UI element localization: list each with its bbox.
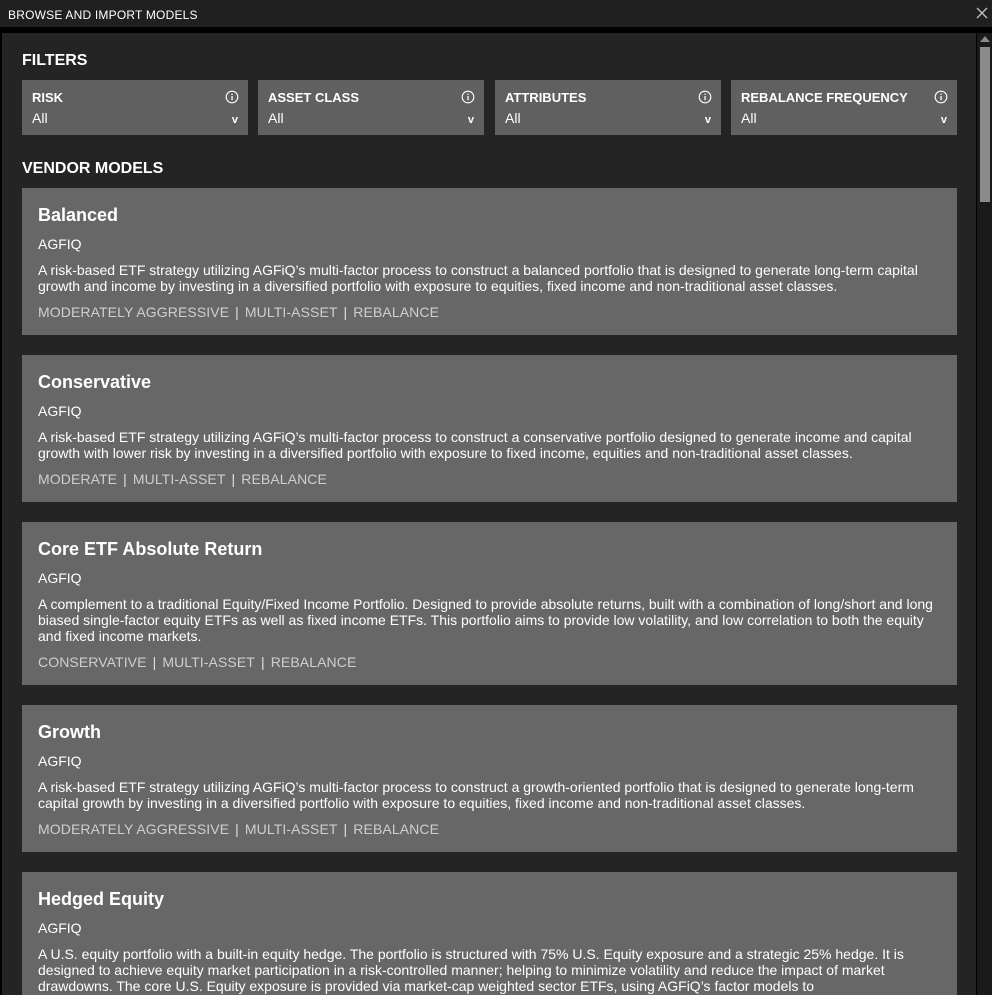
- model-description: A complement to a traditional Equity/Fix…: [38, 596, 933, 644]
- filter-label: RISK: [32, 90, 64, 105]
- filter-value: All: [32, 110, 48, 126]
- info-icon[interactable]: [698, 90, 712, 104]
- filter-value: All: [741, 110, 757, 126]
- chevron-down-icon: v: [704, 114, 711, 126]
- model-card-balanced[interactable]: Balanced AGFIQ A risk-based ETF strategy…: [22, 188, 957, 335]
- model-name: Growth: [38, 722, 101, 742]
- model-name: Core ETF Absolute Return: [38, 539, 263, 559]
- filter-label: REBALANCE FREQUENCY: [741, 90, 908, 105]
- model-tag: MULTI-ASSET: [244, 821, 338, 837]
- model-tag: REBALANCE: [241, 471, 327, 487]
- scrollbar-thumb[interactable]: [980, 47, 990, 202]
- model-tag: MODERATELY AGGRESSIVE: [38, 304, 230, 320]
- window-titlebar: BROWSE AND IMPORT MODELS: [0, 0, 992, 28]
- filters-heading: FILTERS: [22, 52, 88, 69]
- model-card-hedged-equity[interactable]: Hedged Equity AGFIQ A U.S. equity portfo…: [22, 872, 957, 995]
- model-vendor: AGFIQ: [38, 753, 82, 769]
- model-card-growth[interactable]: Growth AGFIQ A risk-based ETF strategy u…: [22, 705, 957, 852]
- model-description: A risk-based ETF strategy utilizing AGFi…: [38, 262, 918, 294]
- chevron-down-icon: v: [940, 114, 947, 126]
- model-name: Hedged Equity: [38, 889, 165, 909]
- model-tag: MODERATELY AGGRESSIVE: [38, 821, 230, 837]
- info-icon[interactable]: [934, 90, 948, 104]
- model-vendor: AGFIQ: [38, 570, 82, 586]
- model-tag: MULTI-ASSET: [162, 654, 255, 670]
- model-tag: REBALANCE: [353, 821, 440, 837]
- model-card-conservative[interactable]: Conservative AGFIQ A risk-based ETF stra…: [22, 355, 957, 502]
- model-tags: MODERATE | MULTI-ASSET | REBALANCE: [38, 471, 327, 487]
- filter-label: ASSET CLASS: [268, 90, 360, 105]
- model-vendor: AGFIQ: [38, 920, 82, 936]
- info-icon[interactable]: [225, 90, 239, 104]
- filter-rebalance-frequency[interactable]: REBALANCE FREQUENCY All v: [731, 80, 957, 135]
- model-description: A U.S. equity portfolio with a built-in …: [38, 946, 904, 994]
- model-tag: CONSERVATIVE: [38, 654, 147, 670]
- model-vendor: AGFIQ: [38, 403, 82, 419]
- model-tags: MODERATELY AGGRESSIVE | MULTI-ASSET | REBALA…: [38, 304, 440, 320]
- vertical-scrollbar[interactable]: [977, 33, 992, 995]
- model-name: Balanced: [38, 205, 119, 225]
- model-tag: REBALANCE: [353, 304, 440, 320]
- chevron-down-icon: v: [467, 114, 474, 126]
- info-icon[interactable]: [461, 90, 475, 104]
- dialog-content: FILTERS RISK All v ASSET CLASS All v ATT…: [2, 33, 976, 995]
- model-description: A risk-based ETF strategy utilizing AGFi…: [38, 429, 912, 461]
- filters-row: RISK All v ASSET CLASS All v ATTRIBUTES: [22, 80, 957, 135]
- model-description: A risk-based ETF strategy utilizing AGFi…: [38, 779, 914, 811]
- model-tag: MODERATE: [38, 471, 118, 487]
- filter-label: ATTRIBUTES: [505, 90, 587, 105]
- model-card-core-etf-absolute-return[interactable]: Core ETF Absolute Return AGFIQ A complem…: [22, 522, 957, 685]
- chevron-down-icon: v: [231, 114, 238, 126]
- filter-value: All: [505, 110, 521, 126]
- model-tags: MODERATELY AGGRESSIVE | MULTI-ASSET | REBALA…: [38, 821, 440, 837]
- filter-attributes[interactable]: ATTRIBUTES All v: [495, 80, 721, 135]
- filter-value: All: [268, 110, 284, 126]
- model-vendor: AGFIQ: [38, 236, 82, 252]
- model-tags: CONSERVATIVE | MULTI-ASSET | REBALANCE: [38, 654, 357, 670]
- scroll-up-arrow-icon[interactable]: [980, 36, 990, 42]
- filter-risk[interactable]: RISK All v: [22, 80, 248, 135]
- model-name: Conservative: [38, 372, 152, 392]
- window-title: BROWSE AND IMPORT MODELS: [8, 8, 198, 22]
- close-icon[interactable]: [974, 5, 990, 21]
- filter-asset-class[interactable]: ASSET CLASS All v: [258, 80, 484, 135]
- model-tag: MULTI-ASSET: [244, 304, 338, 320]
- model-tag: MULTI-ASSET: [132, 471, 226, 487]
- model-tag: REBALANCE: [270, 654, 357, 670]
- vendor-models-heading: VENDOR MODELS: [22, 160, 164, 177]
